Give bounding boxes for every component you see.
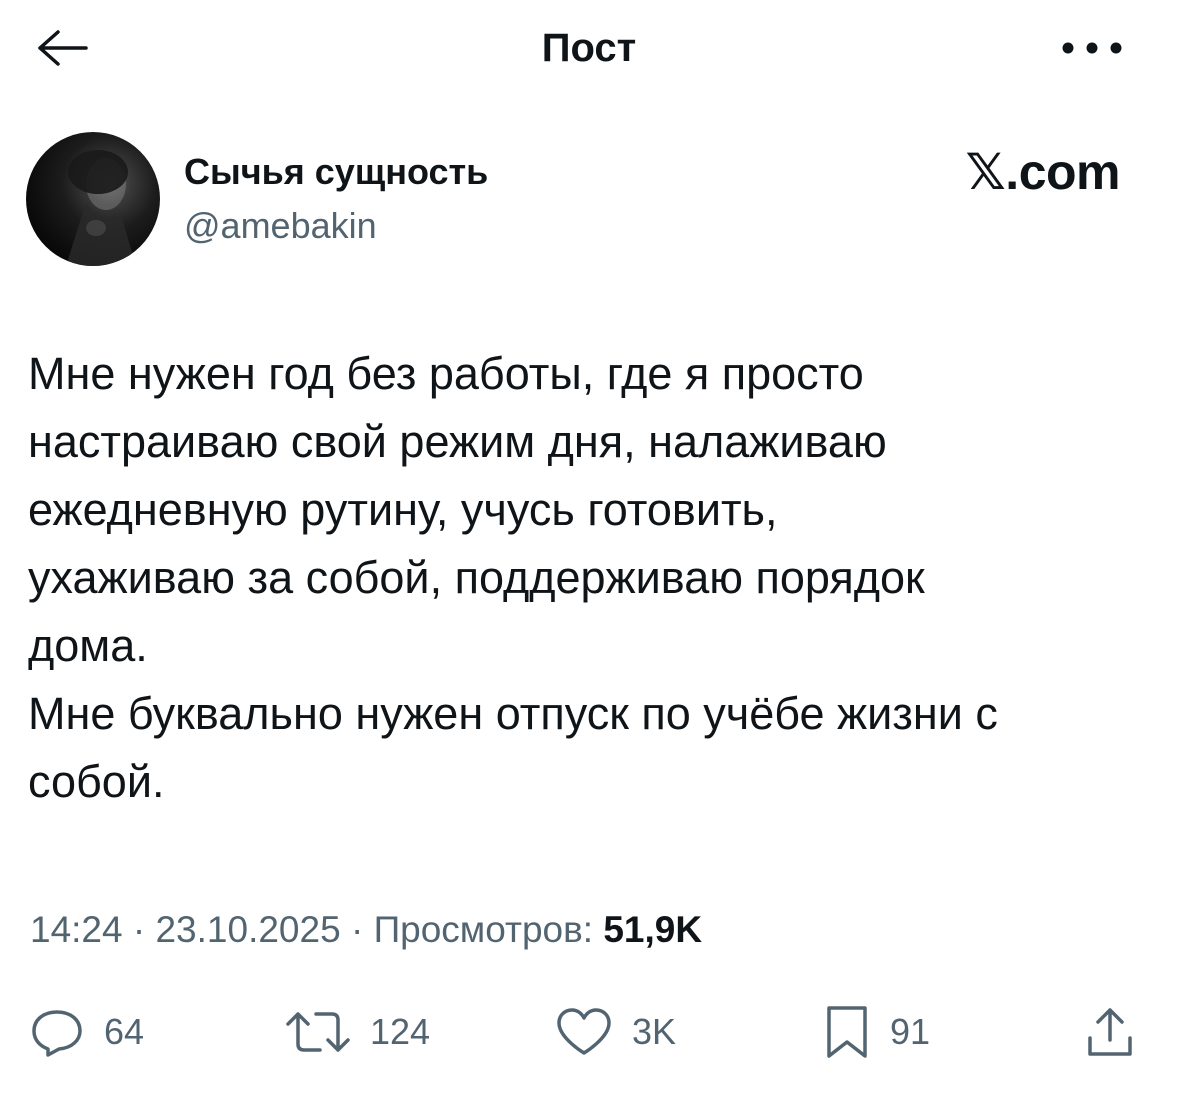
x-logo-label: 𝕏.com: [965, 144, 1121, 200]
post-line: настраиваю свой режим дня, налаживаю: [28, 416, 887, 467]
bookmark-icon: [822, 1004, 872, 1060]
bookmark-count: 91: [890, 1011, 931, 1052]
reply-icon: [28, 1006, 86, 1058]
views-count[interactable]: 51,9K: [603, 909, 702, 950]
post-line: Мне нужен год без работы, где я просто: [28, 348, 864, 399]
post-line: ухаживаю за собой, поддерживаю порядок: [28, 552, 925, 603]
post-meta: 14:24 · 23.10.2025 · Просмотров: 51,9K: [30, 905, 702, 955]
author-name[interactable]: Сычья сущность: [184, 150, 488, 194]
more-horizontal-icon: [1060, 41, 1124, 55]
post-line: дома.: [28, 620, 148, 671]
reply-button[interactable]: 64: [28, 1002, 144, 1062]
post-time[interactable]: 14:24: [30, 909, 123, 950]
post-line: Мне буквально нужен отпуск по учёбе жизн…: [28, 688, 998, 739]
post-line: собой.: [28, 756, 165, 807]
repost-button[interactable]: 124: [284, 1002, 430, 1062]
bookmark-button[interactable]: 91: [822, 1002, 930, 1062]
author-handle[interactable]: @amebakin: [184, 204, 377, 248]
like-count: 3K: [632, 1011, 677, 1052]
post-date[interactable]: 23.10.2025: [155, 909, 340, 950]
post-line: ежедневную рутину, учусь готовить,: [28, 484, 778, 535]
meta-separator: ·: [122, 909, 156, 950]
views-label: Просмотров:: [373, 909, 604, 950]
avatar[interactable]: [26, 132, 160, 266]
reply-count: 64: [104, 1011, 145, 1052]
page-title: Пост: [541, 26, 637, 70]
repost-icon: [284, 1006, 352, 1058]
heart-icon: [554, 1006, 614, 1058]
share-icon: [1084, 1004, 1136, 1060]
repost-count: 124: [370, 1011, 431, 1052]
post-text: Мне нужен год без работы, где я просто н…: [28, 340, 1158, 816]
more-options-button[interactable]: [1052, 28, 1132, 68]
share-button[interactable]: [1084, 1002, 1136, 1062]
avatar-photo: [66, 150, 136, 266]
meta-separator: ·: [340, 909, 374, 950]
like-button[interactable]: 3K: [554, 1002, 676, 1062]
